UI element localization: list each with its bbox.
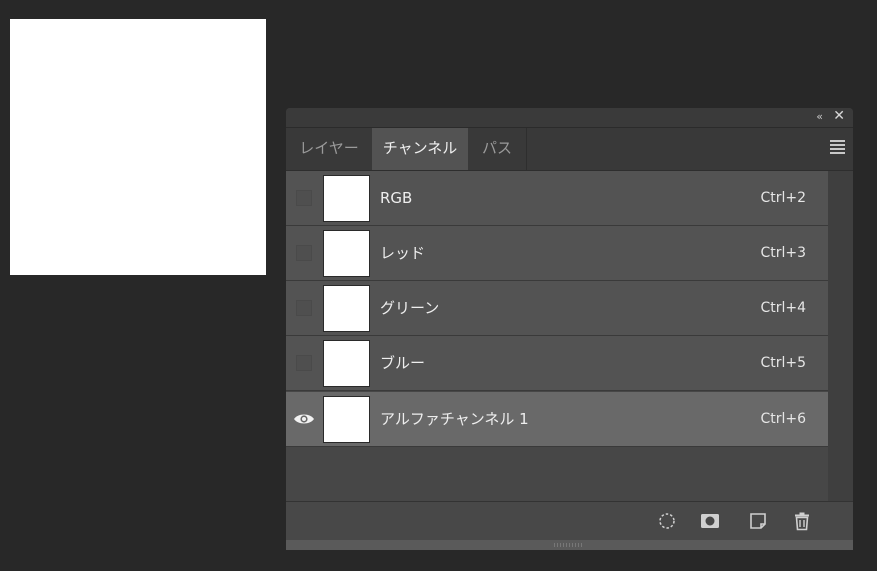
save-selection-icon[interactable] (700, 511, 720, 531)
channel-list: RGB Ctrl+2 レッド Ctrl+3 グリーン Ctrl+4 ブルー Ct… (286, 171, 828, 501)
channel-thumbnail (323, 396, 370, 443)
channel-thumbnail (323, 230, 370, 277)
channel-row-rgb[interactable]: RGB Ctrl+2 (286, 171, 828, 226)
grip-icon (554, 543, 584, 547)
panel-tabs: レイヤー チャンネル パス (286, 128, 853, 171)
trash-icon[interactable] (792, 511, 812, 531)
eye-icon[interactable] (293, 412, 315, 426)
visibility-toggle[interactable] (296, 300, 312, 316)
panel-footer (286, 501, 853, 540)
channel-row-blue[interactable]: ブルー Ctrl+5 (286, 336, 828, 391)
channel-name: ブルー (380, 354, 426, 372)
tab-channels[interactable]: チャンネル (372, 128, 468, 170)
panel-resize-handle[interactable] (286, 540, 853, 550)
channel-name: グリーン (380, 299, 440, 317)
load-selection-icon[interactable] (657, 511, 677, 531)
channel-shortcut: Ctrl+5 (760, 355, 806, 371)
panel-header: « ✕ (286, 108, 853, 128)
channel-name: RGB (380, 189, 413, 207)
channel-shortcut: Ctrl+6 (760, 411, 806, 427)
channel-name: アルファチャンネル 1 (380, 410, 529, 428)
tab-paths[interactable]: パス (468, 128, 527, 170)
channels-panel: « ✕ レイヤー チャンネル パス RGB Ctrl+2 レッド Ctrl+3 … (286, 108, 853, 550)
channel-name: レッド (380, 244, 426, 262)
channel-thumbnail (323, 285, 370, 332)
channel-shortcut: Ctrl+4 (760, 300, 806, 316)
channel-thumbnail (323, 340, 370, 387)
tab-layers[interactable]: レイヤー (286, 128, 373, 170)
new-channel-icon[interactable] (748, 511, 768, 531)
document-canvas[interactable] (10, 19, 266, 275)
channel-shortcut: Ctrl+3 (760, 245, 806, 261)
channel-thumbnail (323, 175, 370, 222)
visibility-toggle[interactable] (296, 355, 312, 371)
channel-row-green[interactable]: グリーン Ctrl+4 (286, 281, 828, 336)
visibility-toggle[interactable] (296, 190, 312, 206)
close-icon[interactable]: ✕ (833, 108, 845, 124)
channel-shortcut: Ctrl+2 (760, 190, 806, 206)
visibility-toggle[interactable] (296, 245, 312, 261)
panel-menu-icon[interactable] (830, 140, 845, 156)
channel-row-red[interactable]: レッド Ctrl+3 (286, 226, 828, 281)
channel-row-alpha[interactable]: アルファチャンネル 1 Ctrl+6 (286, 392, 828, 447)
scrollbar[interactable] (828, 171, 853, 501)
collapse-icon[interactable]: « (816, 110, 823, 123)
